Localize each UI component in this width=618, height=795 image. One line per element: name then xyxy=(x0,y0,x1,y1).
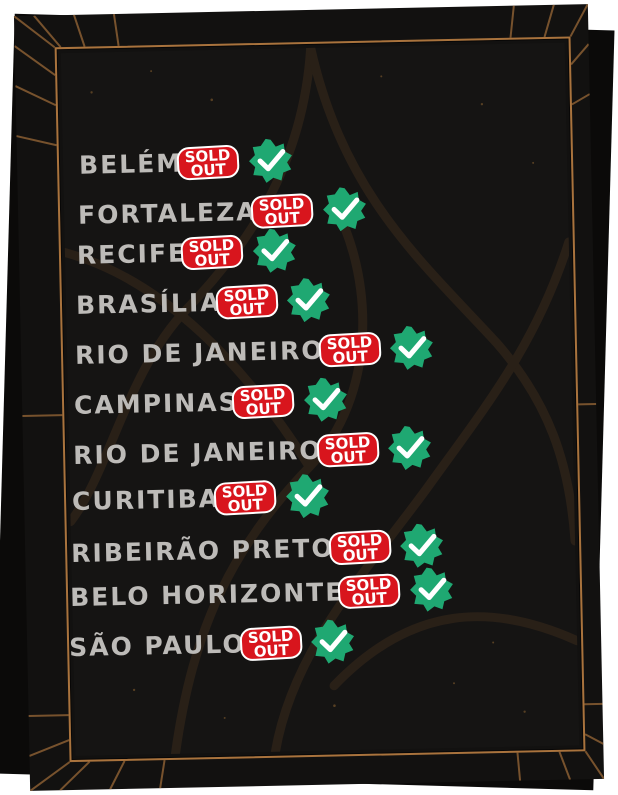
city-name: SÃO PAULO xyxy=(68,628,246,662)
city-name: FORTALEZA xyxy=(77,196,258,230)
city-row: BELÉM SOLD OUT xyxy=(79,138,293,186)
sold-out-badge: SOLD OUT xyxy=(231,382,295,420)
sold-out-badge: SOLD OUT xyxy=(250,192,314,229)
city-name: RIO DE JANEIRO xyxy=(72,435,323,470)
city-name: RIBEIRÃO PRETO xyxy=(70,532,335,568)
city-name: BELÉM xyxy=(78,148,184,180)
city-name: RECIFE xyxy=(76,238,188,270)
verified-check-icon xyxy=(409,567,453,612)
sold-out-badge: SOLD OUT xyxy=(213,479,277,516)
city-row: CURITIBA SOLD OUT xyxy=(72,474,330,523)
sold-out-badge: SOLD OUT xyxy=(337,572,401,609)
poster: BELÉM SOLD OUT FORTALEZA SOLD OUT RECIFE S… xyxy=(13,4,605,791)
verified-check-icon xyxy=(248,138,292,183)
verified-check-icon xyxy=(388,426,432,470)
verified-check-icon xyxy=(285,474,329,519)
sold-out-badge: SOLD OUT xyxy=(176,143,240,181)
verified-check-icon xyxy=(390,325,433,370)
city-row: BELO HORIZONTE SOLD OUT xyxy=(70,567,455,619)
city-row: RIBEIRÃO PRETO SOLD OUT xyxy=(71,523,445,575)
city-name: CURITIBA xyxy=(71,483,221,516)
sold-out-badge: SOLD OUT xyxy=(315,431,380,468)
city-row: SÃO PAULO SOLD OUT xyxy=(69,619,356,669)
verified-check-icon xyxy=(304,377,348,422)
verified-check-icon xyxy=(287,278,330,323)
city-row: CAMPINAS SOLD OUT xyxy=(74,377,349,427)
city-name: RIO DE JANEIRO xyxy=(74,335,325,370)
sold-out-badge: SOLD OUT xyxy=(214,283,278,320)
city-name: BELO HORIZONTE xyxy=(69,576,345,612)
sold-out-badge: SOLD OUT xyxy=(180,233,244,271)
city-row: BRASÍLIA SOLD OUT xyxy=(76,278,332,327)
verified-check-icon xyxy=(400,523,444,568)
city-row: RECIFE SOLD OUT xyxy=(77,228,298,277)
city-list: BELÉM SOLD OUT FORTALEZA SOLD OUT RECIFE S… xyxy=(14,4,604,791)
sold-out-badge: SOLD OUT xyxy=(238,624,303,662)
sold-out-badge: SOLD OUT xyxy=(317,330,381,368)
sold-out-badge: SOLD OUT xyxy=(327,528,392,566)
city-name: BRASÍLIA xyxy=(75,287,222,320)
verified-check-icon xyxy=(311,619,355,664)
verified-check-icon xyxy=(252,228,296,273)
verified-check-icon xyxy=(323,187,366,232)
city-row: RIO DE JANEIRO SOLD OUT xyxy=(75,325,435,377)
city-row: RIO DE JANEIRO SOLD OUT xyxy=(73,425,433,477)
city-name: CAMPINAS xyxy=(73,386,239,420)
